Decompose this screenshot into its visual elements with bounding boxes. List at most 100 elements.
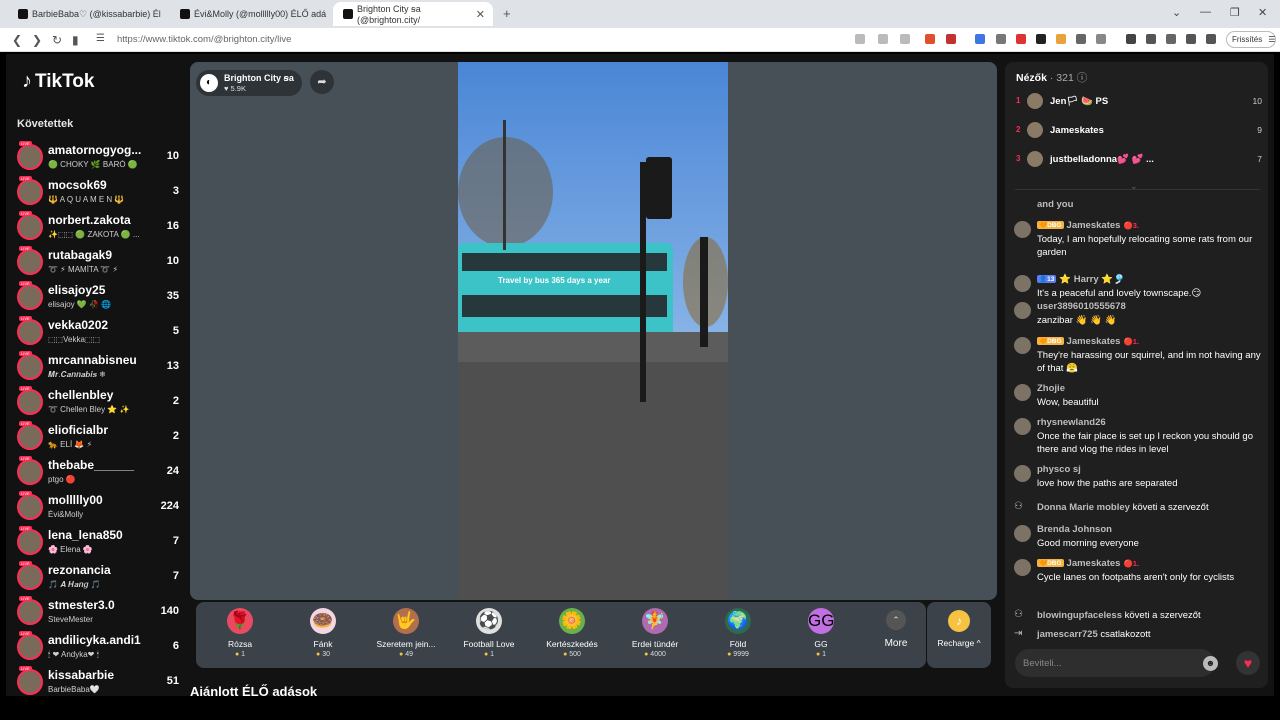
gift-item[interactable]: 🧚 Erdei tündér 4000 bbox=[615, 608, 695, 658]
avatar[interactable] bbox=[17, 284, 43, 310]
chat-username[interactable]: Brenda Johnson bbox=[1037, 524, 1112, 535]
music-icon[interactable] bbox=[1126, 34, 1136, 44]
avatar[interactable] bbox=[17, 529, 43, 555]
url-field[interactable]: https://www.tiktok.com/@brighton.city/li… bbox=[117, 34, 291, 45]
following-item[interactable]: LIVE rutabagak9 ➰ ⚡ MAMÍTA ➰ ⚡ 10 bbox=[15, 246, 183, 280]
gift-item[interactable]: 🤟 Szeretem jein... 49 bbox=[366, 608, 446, 658]
more-gifts-button[interactable]: ⌃ More bbox=[876, 610, 916, 649]
back-icon[interactable]: ❮ bbox=[12, 33, 22, 47]
following-item[interactable]: LIVE mollllly00 Évi&Molly 224 bbox=[15, 491, 183, 525]
leo-ai-icon[interactable] bbox=[1186, 34, 1196, 44]
following-name[interactable]: rezonancia bbox=[48, 563, 158, 577]
viewer-name[interactable]: justbelladonna💕 💕 ... bbox=[1050, 154, 1154, 165]
following-name[interactable]: amatornogyog... bbox=[48, 143, 158, 157]
avatar[interactable] bbox=[1014, 418, 1031, 435]
gift-item[interactable]: 🍩 Fánk 30 bbox=[283, 608, 363, 658]
avatar[interactable] bbox=[1014, 302, 1031, 319]
gift-item[interactable]: 🌍 Föld 9999 bbox=[698, 608, 778, 658]
following-name[interactable]: mrcannabisneu bbox=[48, 353, 158, 367]
top-viewer[interactable]: 2 Jameskates 9 bbox=[1016, 121, 1262, 141]
vpn-shield-icon[interactable] bbox=[1206, 34, 1216, 44]
chat-username[interactable]: rhysnewland26 bbox=[1037, 417, 1106, 428]
avatar[interactable] bbox=[1014, 337, 1031, 354]
chat-event-user[interactable]: blowingupfaceless bbox=[1037, 610, 1122, 621]
avatar[interactable] bbox=[17, 564, 43, 590]
following-item[interactable]: LIVE vekka0202 ⬚⬚Vekka⬚⬚ 5 bbox=[15, 316, 183, 350]
avatar[interactable] bbox=[17, 494, 43, 520]
avatar[interactable] bbox=[1027, 93, 1043, 109]
hls-ext-icon[interactable] bbox=[1016, 34, 1026, 44]
extension-x-icon[interactable] bbox=[996, 34, 1006, 44]
browser-tab-2[interactable]: Évi&Molly (@mollllly00) ÉLŐ adá bbox=[170, 2, 330, 26]
following-name[interactable]: elioficialbr bbox=[48, 423, 158, 437]
chat-username[interactable]: Jameskates bbox=[1067, 558, 1121, 569]
chat-event-user[interactable]: Donna Marie mobley bbox=[1037, 502, 1130, 513]
following-item[interactable]: LIVE elisajoy25 elisajoy 💚 🥀 🌐 35 bbox=[15, 281, 183, 315]
following-name[interactable]: rutabagak9 bbox=[48, 248, 158, 262]
close-tab-icon[interactable]: ✕ bbox=[476, 8, 485, 21]
extension-dark-icon[interactable] bbox=[1036, 34, 1046, 44]
info-icon[interactable]: ⓘ bbox=[1077, 72, 1088, 84]
site-settings-icon[interactable]: ☰ bbox=[96, 33, 105, 44]
share-page-icon[interactable] bbox=[900, 34, 910, 44]
avatar[interactable] bbox=[17, 669, 43, 695]
zoom-icon[interactable] bbox=[878, 34, 888, 44]
forward-icon[interactable]: ❯ bbox=[32, 33, 42, 47]
avatar[interactable] bbox=[1027, 151, 1043, 167]
host-name[interactable]: Brighton City ꞩa bbox=[224, 73, 294, 84]
avatar[interactable] bbox=[1014, 525, 1031, 542]
following-name[interactable]: stmester3.0 bbox=[48, 598, 158, 612]
following-item[interactable]: LIVE rezonancia 🎵 𝑨 𝑯𝒂𝒏𝒈 🎵 7 bbox=[15, 561, 183, 595]
following-item[interactable]: LIVE mocsok69 🔱 A Q U A M E N 🔱 3 bbox=[15, 176, 183, 210]
following-name[interactable]: andilicyka.andi1 bbox=[48, 633, 158, 647]
avatar[interactable] bbox=[17, 214, 43, 240]
chat-username[interactable]: Jameskates bbox=[1067, 220, 1121, 231]
avatar[interactable] bbox=[1014, 465, 1031, 482]
avatar[interactable] bbox=[17, 424, 43, 450]
gift-item[interactable]: 🌼 Kertészkedés 500 bbox=[532, 608, 612, 658]
avatar[interactable] bbox=[17, 389, 43, 415]
avatar[interactable] bbox=[17, 459, 43, 485]
following-item[interactable]: LIVE thebabe______ ptgo 🔴 24 bbox=[15, 456, 183, 490]
new-tab-icon[interactable]: + bbox=[503, 6, 511, 21]
brave-shield-icon[interactable] bbox=[925, 34, 935, 44]
avatar[interactable] bbox=[1014, 384, 1031, 401]
following-item[interactable]: LIVE lena_lena850 🌸 Elena 🌸 7 bbox=[15, 526, 183, 560]
host-avatar[interactable]: ◐ bbox=[200, 74, 218, 92]
following-item[interactable]: LIVE mrcannabisneu 𝑴𝒓.𝑪𝒂𝒏𝒏𝒂𝒃𝒊𝒔 ❄ 13 bbox=[15, 351, 183, 385]
viewer-name[interactable]: Jameskates bbox=[1050, 125, 1104, 136]
gift-item[interactable]: GG GG 1 bbox=[781, 608, 861, 658]
following-name[interactable]: lena_lena850 bbox=[48, 528, 158, 542]
following-name[interactable]: mollllly00 bbox=[48, 493, 158, 507]
translate-ext-icon[interactable] bbox=[975, 34, 985, 44]
live-video[interactable]: Travel by bus 365 days a year bbox=[458, 62, 728, 600]
extensions-puzzle-icon[interactable] bbox=[1076, 34, 1086, 44]
browser-tab-3[interactable]: Brighton City ꞩa (@brighton.city/ ✕ bbox=[333, 2, 493, 26]
extension-color-icon[interactable] bbox=[1056, 34, 1066, 44]
viewers-heading[interactable]: Nézők · 321 ⓘ bbox=[1016, 70, 1087, 85]
following-item[interactable]: LIVE andilicyka.andi1 🕯 ❤ Andyka❤ 🕯 6 bbox=[15, 631, 183, 665]
avatar[interactable] bbox=[17, 249, 43, 275]
following-name[interactable]: thebabe______ bbox=[48, 458, 158, 472]
host-info[interactable]: ◐ Brighton City ꞩa ♥ 5.9K bbox=[196, 70, 302, 96]
rewards-icon[interactable] bbox=[946, 34, 956, 44]
close-window-icon[interactable]: ✕ bbox=[1258, 6, 1267, 19]
following-item[interactable]: LIVE elioficialbr 🐆 ELÍ 🦊 ⚡ 2 bbox=[15, 421, 183, 455]
top-viewer[interactable]: 1 Jen🏳 🍉 PS 10 bbox=[1016, 92, 1262, 112]
gift-item[interactable]: ⚽ Football Love 1 bbox=[449, 608, 529, 658]
following-name[interactable]: chellenbley bbox=[48, 388, 158, 402]
chat-input[interactable]: Beviteli... bbox=[1015, 649, 1215, 677]
tab-search-icon[interactable]: ⌄ bbox=[1172, 6, 1181, 19]
chevron-down-icon[interactable]: ⌄ bbox=[1130, 181, 1138, 192]
avatar[interactable] bbox=[1014, 275, 1031, 292]
update-button[interactable]: Frissítés ☰ bbox=[1226, 31, 1276, 48]
avatar[interactable] bbox=[1014, 221, 1031, 238]
minimize-icon[interactable]: — bbox=[1200, 6, 1211, 18]
following-item[interactable]: LIVE chellenbley ➰ Chellen Bley ⭐ ✨ 2 bbox=[15, 386, 183, 420]
chat-username[interactable]: Jameskates bbox=[1067, 336, 1121, 347]
viewer-name[interactable]: Jen🏳 🍉 PS bbox=[1050, 96, 1108, 107]
bookmark-icon[interactable]: ▮ bbox=[72, 33, 79, 47]
following-name[interactable]: norbert.zakota bbox=[48, 213, 158, 227]
avatar[interactable] bbox=[17, 599, 43, 625]
chat-username[interactable]: ⭐ Harry ⭐🎐 bbox=[1059, 274, 1125, 285]
